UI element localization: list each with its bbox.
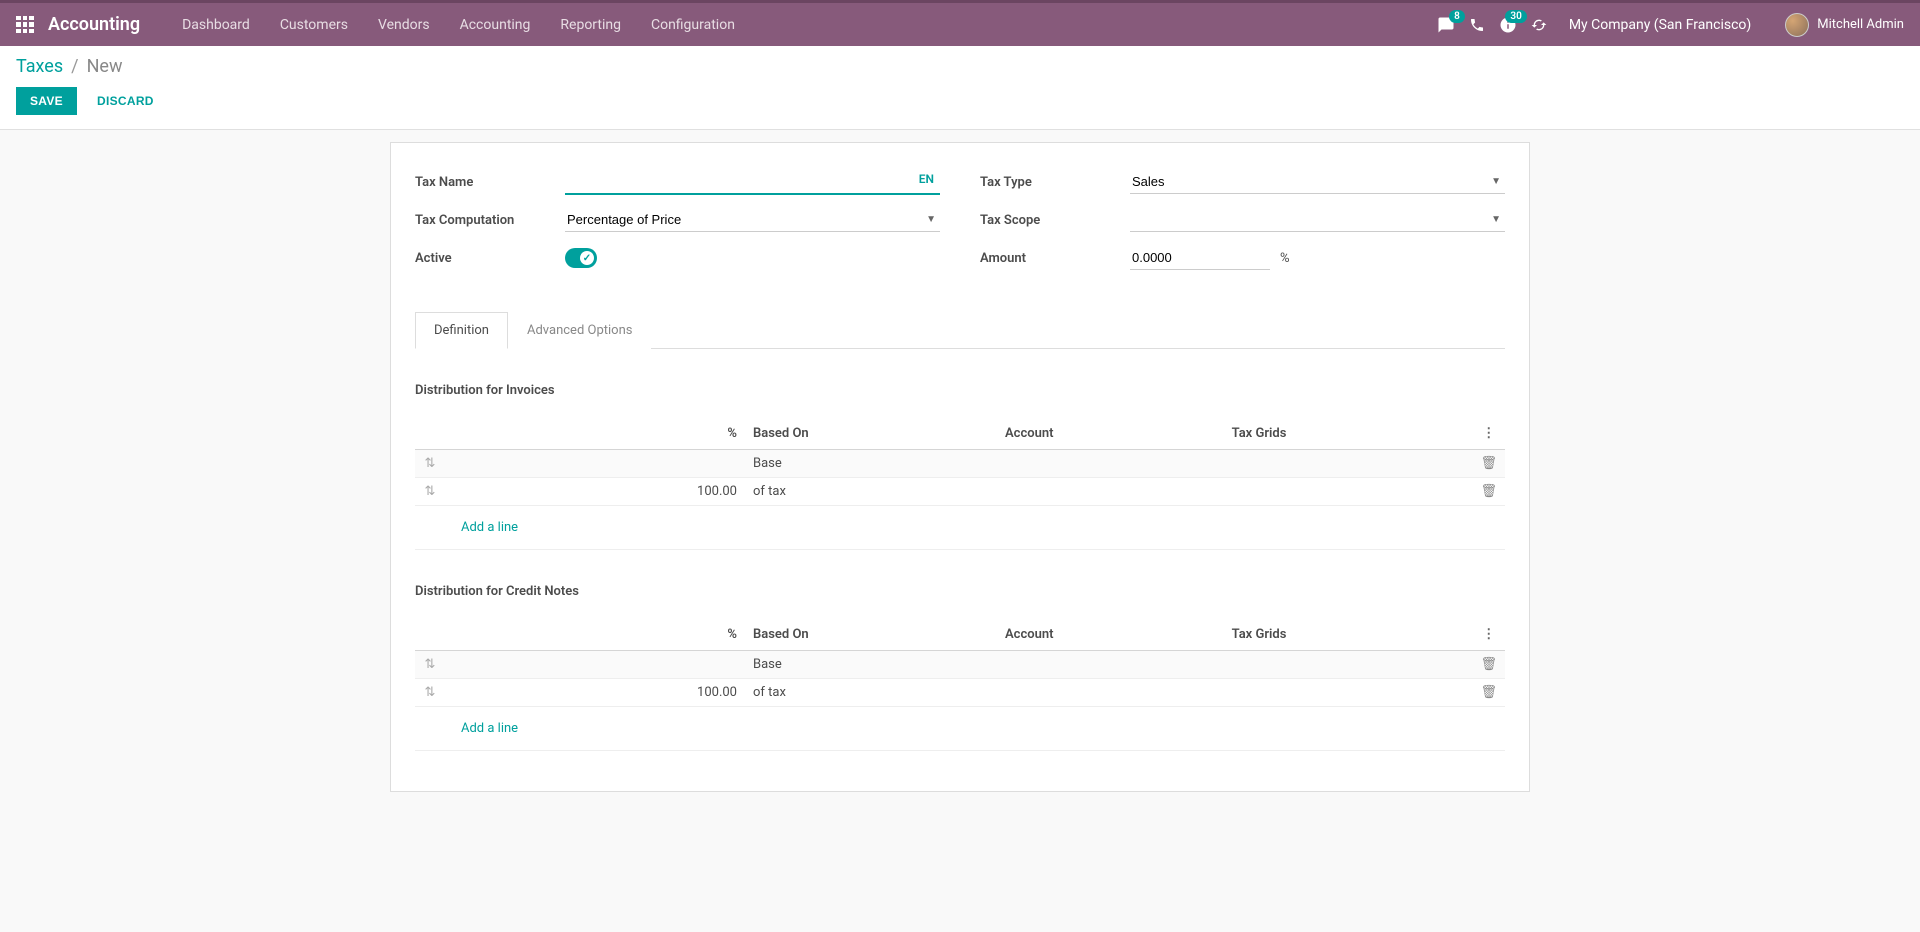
phone-icon[interactable]	[1469, 17, 1485, 33]
delete-row-icon[interactable]: 🗑	[1472, 679, 1505, 707]
distribution-invoices-title: Distribution for Invoices	[415, 383, 1505, 398]
apps-icon[interactable]	[16, 16, 34, 34]
cell-percent[interactable]	[445, 651, 745, 679]
active-label: Active	[415, 251, 565, 266]
drag-handle-icon[interactable]: ⇅	[415, 651, 445, 679]
distribution-credit-title: Distribution for Credit Notes	[415, 584, 1505, 599]
cell-based-on[interactable]: of tax	[745, 478, 997, 506]
messages-icon[interactable]: 8	[1437, 16, 1455, 34]
menu-reporting[interactable]: Reporting	[546, 9, 635, 41]
breadcrumb-current: New	[87, 56, 123, 77]
tab-definition[interactable]: Definition	[415, 312, 508, 349]
cell-based-on[interactable]: of tax	[745, 679, 997, 707]
breadcrumb: Taxes / New	[16, 56, 1904, 77]
delete-row-icon[interactable]: 🗑	[1472, 478, 1505, 506]
distribution-credit-notes: Distribution for Credit Notes % Based On…	[415, 584, 1505, 751]
discard-button[interactable]: DISCARD	[87, 87, 164, 115]
active-toggle[interactable]	[565, 248, 597, 268]
lang-indicator[interactable]: EN	[917, 172, 936, 186]
table-row[interactable]: ⇅ Base 🗑	[415, 651, 1505, 679]
messages-badge: 8	[1449, 10, 1465, 23]
menu-dashboard[interactable]: Dashboard	[168, 9, 264, 41]
tax-type-select[interactable]	[1130, 170, 1505, 194]
form-sheet: Tax Name EN Tax Computation ▼ Active	[390, 142, 1530, 792]
table-row[interactable]: ⇅ 100.00 of tax 🗑	[415, 478, 1505, 506]
delete-row-icon[interactable]: 🗑	[1472, 450, 1505, 478]
amount-label: Amount	[980, 251, 1130, 266]
control-panel: Taxes / New SAVE DISCARD	[0, 46, 1920, 130]
tax-type-label: Tax Type	[980, 175, 1130, 190]
breadcrumb-parent[interactable]: Taxes	[16, 56, 63, 77]
invoices-table: % Based On Account Tax Grids ⋮ ⇅ Base 🗑	[415, 418, 1505, 550]
delete-row-icon[interactable]: 🗑	[1472, 651, 1505, 679]
menu-accounting[interactable]: Accounting	[446, 9, 545, 41]
drag-handle-icon[interactable]: ⇅	[415, 450, 445, 478]
table-row[interactable]: ⇅ 100.00 of tax 🗑	[415, 679, 1505, 707]
credit-table: % Based On Account Tax Grids ⋮ ⇅ Base 🗑	[415, 619, 1505, 751]
kebab-icon[interactable]: ⋮	[1482, 627, 1495, 642]
kebab-icon[interactable]: ⋮	[1482, 426, 1495, 441]
tabs: Definition Advanced Options	[415, 311, 1505, 349]
cell-percent[interactable]: 100.00	[445, 478, 745, 506]
form-scroll-area[interactable]: Tax Name EN Tax Computation ▼ Active	[0, 130, 1920, 932]
col-based-on[interactable]: Based On	[745, 619, 997, 651]
company-switcher[interactable]: My Company (San Francisco)	[1561, 17, 1759, 33]
menu-configuration[interactable]: Configuration	[637, 9, 749, 41]
cell-percent[interactable]: 100.00	[445, 679, 745, 707]
app-brand[interactable]: Accounting	[48, 14, 140, 35]
cell-tax-grids[interactable]	[1224, 450, 1473, 478]
nav-right: 8 30 My Company (San Francisco) Mitchell…	[1437, 13, 1904, 37]
cell-based-on[interactable]: Base	[745, 651, 997, 679]
col-handle	[415, 418, 445, 450]
cell-account[interactable]	[997, 450, 1224, 478]
top-navbar: Accounting Dashboard Customers Vendors A…	[0, 0, 1920, 46]
action-buttons: SAVE DISCARD	[16, 87, 1904, 115]
drag-handle-icon[interactable]: ⇅	[415, 478, 445, 506]
col-handle	[415, 619, 445, 651]
col-tax-grids[interactable]: Tax Grids	[1224, 418, 1473, 450]
activities-badge: 30	[1505, 10, 1526, 23]
tax-scope-label: Tax Scope	[980, 213, 1130, 228]
cell-account[interactable]	[997, 679, 1224, 707]
col-tax-grids[interactable]: Tax Grids	[1224, 619, 1473, 651]
tax-scope-select[interactable]	[1130, 208, 1505, 232]
nav-menu: Dashboard Customers Vendors Accounting R…	[168, 9, 749, 41]
save-button[interactable]: SAVE	[16, 87, 77, 115]
tax-computation-label: Tax Computation	[415, 213, 565, 228]
col-options[interactable]: ⋮	[1472, 619, 1505, 651]
cell-tax-grids[interactable]	[1224, 651, 1473, 679]
add-line-link[interactable]: Add a line	[423, 713, 1497, 744]
drag-handle-icon[interactable]: ⇅	[415, 679, 445, 707]
cell-account[interactable]	[997, 651, 1224, 679]
cell-percent[interactable]	[445, 450, 745, 478]
cell-tax-grids[interactable]	[1224, 679, 1473, 707]
activities-icon[interactable]: 30	[1499, 16, 1517, 34]
tab-advanced-options[interactable]: Advanced Options	[508, 312, 651, 349]
debug-icon[interactable]	[1531, 17, 1547, 33]
menu-vendors[interactable]: Vendors	[364, 9, 444, 41]
col-percent[interactable]: %	[445, 619, 745, 651]
table-row[interactable]: ⇅ Base 🗑	[415, 450, 1505, 478]
add-line-link[interactable]: Add a line	[423, 512, 1497, 543]
user-menu[interactable]: Mitchell Admin	[1773, 13, 1904, 37]
cell-account[interactable]	[997, 478, 1224, 506]
cell-based-on[interactable]: Base	[745, 450, 997, 478]
breadcrumb-separator: /	[71, 56, 78, 77]
menu-customers[interactable]: Customers	[266, 9, 362, 41]
amount-input[interactable]	[1130, 246, 1270, 270]
avatar	[1785, 13, 1809, 37]
col-based-on[interactable]: Based On	[745, 418, 997, 450]
col-percent[interactable]: %	[445, 418, 745, 450]
tax-computation-select[interactable]	[565, 208, 940, 232]
tax-name-label: Tax Name	[415, 175, 565, 190]
col-account[interactable]: Account	[997, 619, 1224, 651]
cell-tax-grids[interactable]	[1224, 478, 1473, 506]
tax-name-input[interactable]	[565, 170, 940, 195]
user-name: Mitchell Admin	[1817, 17, 1904, 32]
col-account[interactable]: Account	[997, 418, 1224, 450]
distribution-invoices: Distribution for Invoices % Based On Acc…	[415, 383, 1505, 550]
amount-unit: %	[1280, 251, 1290, 266]
col-options[interactable]: ⋮	[1472, 418, 1505, 450]
